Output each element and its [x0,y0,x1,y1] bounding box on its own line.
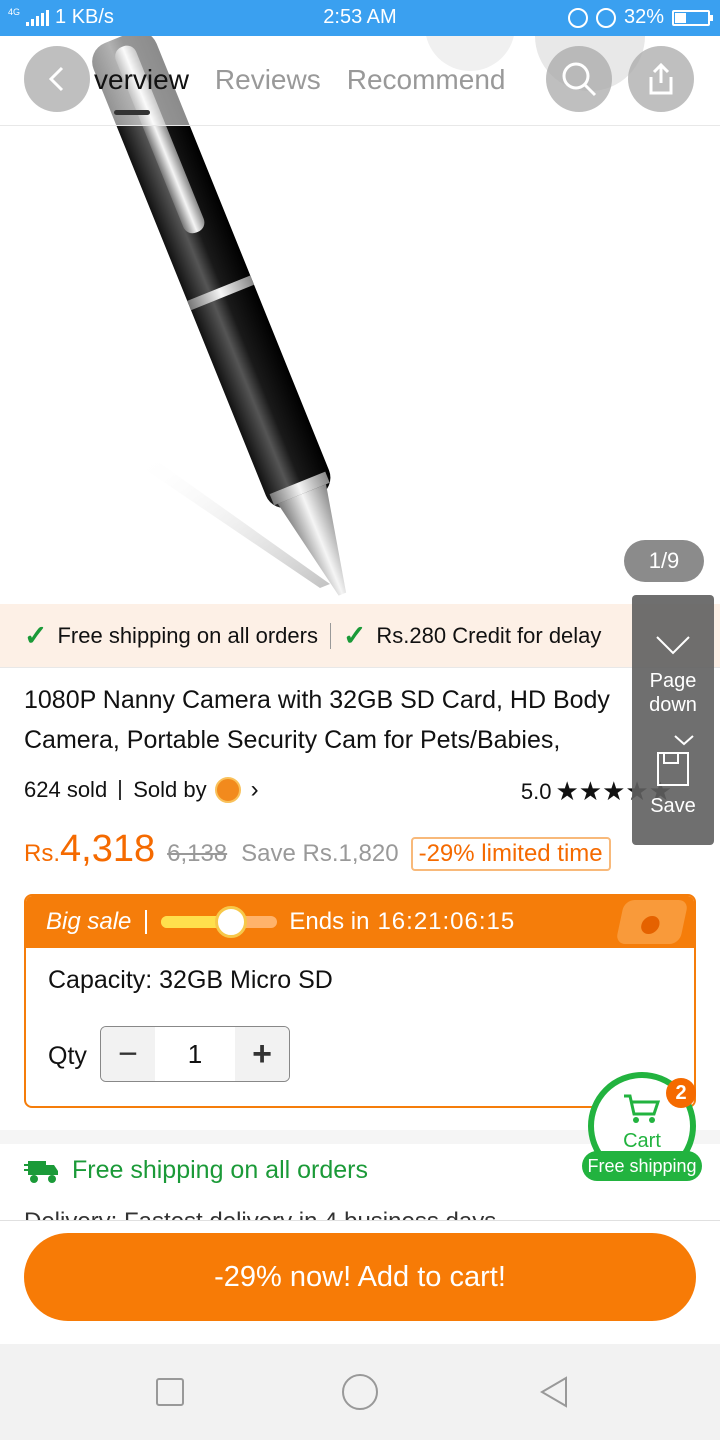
delivery-info-peek: Delivery: Fastest delivery in 4 business… [24,1208,584,1220]
save-icon[interactable] [656,751,690,787]
home-button[interactable] [342,1374,378,1410]
tab-recommend[interactable]: Recommend [347,64,506,96]
recent-apps-button[interactable] [156,1378,184,1406]
floating-side-panel: Page down Save [632,595,714,845]
chevron-down-icon[interactable] [653,633,693,657]
battery-icon [672,9,713,26]
search-button[interactable] [546,46,612,112]
ends-in-label: Ends in [289,908,370,935]
quantity-value[interactable]: 1 [155,1027,235,1081]
system-navigation-bar [0,1344,720,1440]
tab-overview[interactable]: verview [94,64,189,115]
add-to-cart-button[interactable]: -29% now! Add to cart! [24,1233,696,1321]
seller-badge-icon[interactable] [214,777,241,803]
section-tabs: verview Reviews Recommend [94,64,506,115]
discount-badge: -29% limited time [410,837,611,871]
sale-progress [161,906,278,938]
chevron-right-icon[interactable]: › [251,776,259,804]
product-title: 1080P Nanny Camera with 32GB SD Card, HD… [24,686,610,754]
chevron-left-icon [48,66,64,92]
save-button[interactable]: Save [632,795,714,818]
chevron-down-icon [674,735,694,746]
promo-free-shipping: Free shipping on all orders [57,622,318,648]
capacity-option[interactable]: Capacity: 32GB Micro SD [48,966,333,995]
cart-count-badge: 2 [666,1078,696,1108]
alarm-icon [595,7,616,28]
promo-delay-credit: Rs.280 Credit for delay [376,622,602,648]
back-triangle-icon[interactable] [536,1374,572,1410]
sold-count: 624 sold [24,777,108,802]
cart-icon [624,1094,661,1123]
battery-percent: 32% [623,6,664,28]
rating-value: 5.0 [520,778,552,804]
price-original: 6,138 [167,840,228,867]
tab-reviews[interactable]: Reviews [215,64,321,96]
share-icon [649,62,673,95]
increase-button[interactable]: + [235,1027,289,1081]
decrease-button[interactable]: − [101,1027,155,1081]
search-icon [562,62,597,97]
divider [145,910,148,934]
sale-header: Big sale Ends in 16:21:06:15 [26,896,694,948]
free-shipping-pill: Free shipping [582,1151,702,1181]
lock-rotation-icon [567,7,588,28]
top-navigation: verview Reviews Recommend [0,36,720,126]
price-currency: Rs. [24,840,60,867]
promo-strip[interactable]: ✓ Free shipping on all orders ✓ Rs.280 C… [0,604,720,668]
qty-label: Qty [48,1042,87,1070]
quantity-stepper: − 1 + [100,1026,290,1082]
image-pager: 1/9 [624,540,704,582]
sale-label: Big sale [46,908,132,935]
price-row: Rs. 4,318 6,138 Save Rs.1,820 -29% limit… [24,828,696,871]
sold-by-link[interactable]: Sold by [133,777,206,803]
check-icon: ✓ [24,620,48,651]
share-button[interactable] [628,46,694,112]
shipping-row[interactable]: Free shipping on all orders [24,1156,368,1185]
price-saving: Save Rs.1,820 [241,840,399,867]
price-current: 4,318 [60,828,156,870]
check-icon: ✓ [342,620,367,651]
clock-icon [214,906,247,938]
truck-icon [24,1160,58,1183]
countdown-timer: 16:21:06:15 [377,908,516,935]
page-down-button[interactable]: Page down [632,669,714,717]
divider [119,780,122,800]
shipping-text: Free shipping on all orders [72,1156,368,1184]
sales-seller-row: 624 sold Sold by › 5.0 ★★★★★ [24,776,696,806]
sale-box: Big sale Ends in 16:21:06:15 Capacity: 3… [24,894,696,1108]
back-button[interactable] [24,46,90,112]
bottom-action-bar: -29% now! Add to cart! [0,1220,720,1344]
cart-label: Cart [623,1130,661,1152]
divider [329,622,331,649]
sale-decoration-icon [615,900,689,944]
status-bar: 4G 1 KB/s 2:53 AM 32% [0,0,720,36]
